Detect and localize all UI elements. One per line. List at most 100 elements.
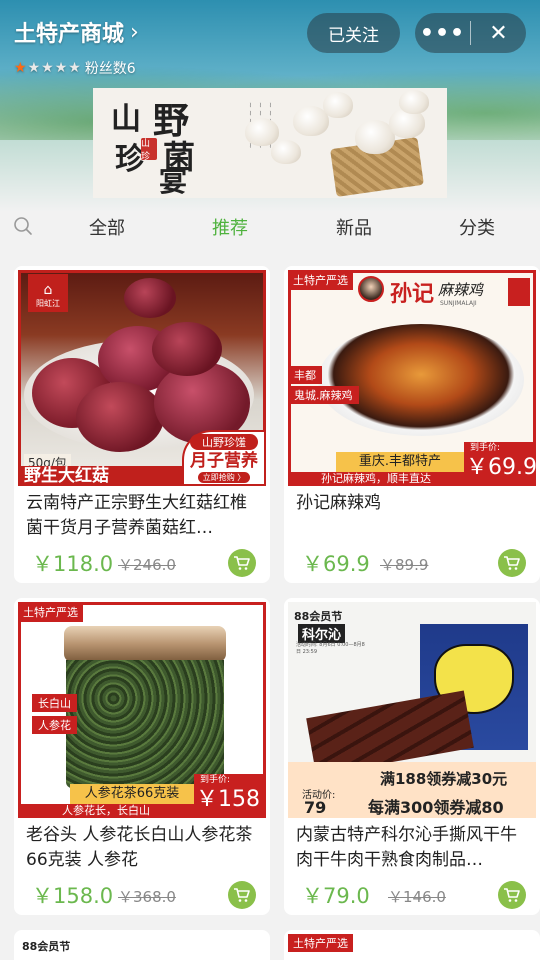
product-original-price: ￥89.9 xyxy=(380,556,429,574)
product-card[interactable]: 土特产严选 长白山 人参花 人参花茶66克装 人参花长，长白山 到手价: ￥15… xyxy=(14,598,270,915)
red-mushroom xyxy=(124,278,176,318)
shop-rating-row: ★ ★ ★ ★ ★ 粉丝数6 xyxy=(14,58,136,78)
brand-logo-text: 阳虹江 xyxy=(36,299,60,308)
slogan-banner: 孙记麻辣鸡，顺丰直达 xyxy=(288,472,464,486)
search-icon[interactable] xyxy=(13,216,33,236)
hand-price-value: ￥69.9 xyxy=(466,455,536,480)
brand-en: SUNJIMALAJI xyxy=(440,300,477,307)
close-icon[interactable]: ✕ xyxy=(471,13,526,53)
hand-price-label: 到手价: xyxy=(200,775,231,785)
slogan-big: 月子营养 xyxy=(190,451,258,471)
cart-icon xyxy=(234,556,250,570)
shop-banner[interactable]: 山 野 珍 菌 宴 山珍 ~ ~ ~ ~ ~ ~~ ~ ~ ~ ~ ~~ ~ ~… xyxy=(93,88,447,198)
shop-name[interactable]: 土特产商城 › xyxy=(14,16,139,48)
add-to-cart-button[interactable] xyxy=(498,549,526,577)
product-original-price: ￥368.0 xyxy=(118,888,176,906)
cart-icon xyxy=(504,556,520,570)
product-title: 内蒙古特产科尔沁手撕风干牛肉干牛肉干熟食肉制品… xyxy=(296,825,517,870)
logo-char: 山 xyxy=(111,102,141,137)
hand-price-badge: 到手价: ￥69.9 xyxy=(464,442,536,486)
product-card-partial[interactable]: 88会员节 xyxy=(14,930,270,960)
shop-header: 土特产商城 › ★ ★ ★ ★ ★ 粉丝数6 已关注 ••• ✕ 山 野 珍 菌… xyxy=(0,0,540,212)
tab-category[interactable]: 分类 xyxy=(459,214,495,240)
more-icon[interactable]: ••• xyxy=(415,13,470,53)
jar-lid xyxy=(64,626,226,662)
product-image: 88会员节 科尔沁 活动时间: 8月6日 0:00—8月8日 23:59 满18… xyxy=(288,602,536,818)
side-tag: 人参花 xyxy=(32,716,77,734)
red-mushroom xyxy=(76,382,164,452)
slogan-banner: 人参花长，长白山 xyxy=(18,804,194,818)
add-to-cart-button[interactable] xyxy=(228,881,256,909)
tab-recommend[interactable]: 推荐 xyxy=(212,214,248,240)
product-original-price: ￥146.0 xyxy=(388,888,446,906)
star-icon: ★ xyxy=(68,60,81,76)
product-title: 老谷头 人参花长白山人参花茶66克装 人参花 xyxy=(26,825,253,870)
hand-price-label: 到手价: xyxy=(470,443,501,453)
mushroom-image xyxy=(271,140,301,164)
cart-icon xyxy=(504,888,520,902)
brand-script: 麻辣鸡 xyxy=(438,281,484,299)
chevron-right-icon: › xyxy=(130,19,139,45)
event-label: 88会员节 xyxy=(294,610,343,623)
brand-name: 孙记 xyxy=(390,281,435,307)
product-card[interactable]: ⌂ 阳虹江 50g/包 野生大红菇 山野珍馐 月子营养 立即抢购 〉 云南特产正宗… xyxy=(14,266,270,583)
brand-seal xyxy=(508,278,530,306)
brand-name: 科尔沁 xyxy=(298,624,346,643)
logo-seal: 山珍 xyxy=(141,138,157,162)
product-title: 孙记麻辣鸡 xyxy=(296,493,381,513)
product-label: 人参花茶66克装 xyxy=(70,784,194,804)
mushroom-image xyxy=(245,118,279,146)
side-tag: 丰都 xyxy=(288,366,322,384)
mushroom-image xyxy=(323,92,353,118)
brand-logo: ⌂ 阳虹江 xyxy=(28,274,68,312)
banner-logo: 山 野 珍 菌 宴 山珍 xyxy=(107,94,219,198)
tab-new[interactable]: 新品 xyxy=(336,214,372,240)
product-card[interactable]: 88会员节 科尔沁 活动时间: 8月6日 0:00—8月8日 23:59 满18… xyxy=(284,598,540,915)
star-icon: ★ xyxy=(14,60,27,76)
fans-count: 粉丝数6 xyxy=(84,61,136,77)
slogan-tip: 立即抢购 〉 xyxy=(198,472,250,483)
product-original-price: ￥246.0 xyxy=(118,556,176,574)
chicken-bowl xyxy=(318,324,524,436)
miniapp-capsule: ••• ✕ xyxy=(415,13,526,53)
hand-price-value: ￥158 xyxy=(196,787,260,812)
follow-button[interactable]: 已关注 xyxy=(307,13,400,53)
product-image: 土特产严选 孙记 麻辣鸡 SUNJIMALAJI 丰都 鬼城.麻辣鸡 重庆.丰都… xyxy=(288,270,536,486)
tea-jar xyxy=(66,660,224,788)
partial-tag: 土特产严选 xyxy=(288,934,353,952)
promo-line-2: 每满300领券减80 xyxy=(368,798,504,817)
side-tag: 长白山 xyxy=(32,694,77,712)
category-tabs: 全部 推荐 新品 分类 xyxy=(0,212,540,240)
product-image: ⌂ 阳虹江 50g/包 野生大红菇 山野珍馐 月子营养 立即抢购 〉 xyxy=(18,270,266,486)
slogan-small: 山野珍馐 xyxy=(190,434,258,450)
selection-tag: 土特产严选 xyxy=(288,270,353,290)
product-price: ￥79.0 xyxy=(302,884,370,908)
product-price: ￥69.9 xyxy=(302,552,370,576)
star-icon: ★ xyxy=(27,60,41,76)
logo-char: 宴 xyxy=(159,165,188,198)
chef-avatar xyxy=(358,276,384,302)
mushroom-image xyxy=(399,90,429,114)
shop-name-text: 土特产商城 xyxy=(14,22,125,47)
rating-stars: ★ ★ ★ ★ ★ xyxy=(14,60,81,76)
activity-price-value: 79 xyxy=(304,798,327,817)
product-price: ￥158.0 xyxy=(32,884,114,908)
product-card-partial[interactable]: 土特产严选 xyxy=(284,930,540,960)
add-to-cart-button[interactable] xyxy=(228,549,256,577)
tab-all[interactable]: 全部 xyxy=(89,214,125,240)
slogan-badge: 山野珍馐 月子营养 立即抢购 〉 xyxy=(182,430,266,486)
add-to-cart-button[interactable] xyxy=(498,881,526,909)
event-date: 活动时间: 8月6日 0:00—8月8日 23:59 xyxy=(296,642,365,655)
partial-tag: 88会员节 xyxy=(22,940,71,953)
side-tag: 鬼城.麻辣鸡 xyxy=(288,386,359,404)
selection-tag: 土特产严选 xyxy=(18,602,83,622)
promo-line-1: 满188领券减30元 xyxy=(380,770,508,788)
product-price: ￥118.0 xyxy=(32,552,114,576)
product-card[interactable]: 土特产严选 孙记 麻辣鸡 SUNJIMALAJI 丰都 鬼城.麻辣鸡 重庆.丰都… xyxy=(284,266,540,583)
hand-price-badge: 到手价: ￥158 xyxy=(194,774,266,818)
product-title: 云南特产正宗野生大红菇红椎菌干货月子营养菌菇红… xyxy=(26,493,247,538)
star-icon: ★ xyxy=(54,60,68,76)
star-icon: ★ xyxy=(41,60,54,76)
red-mushroom xyxy=(152,322,222,376)
cart-icon xyxy=(234,888,250,902)
